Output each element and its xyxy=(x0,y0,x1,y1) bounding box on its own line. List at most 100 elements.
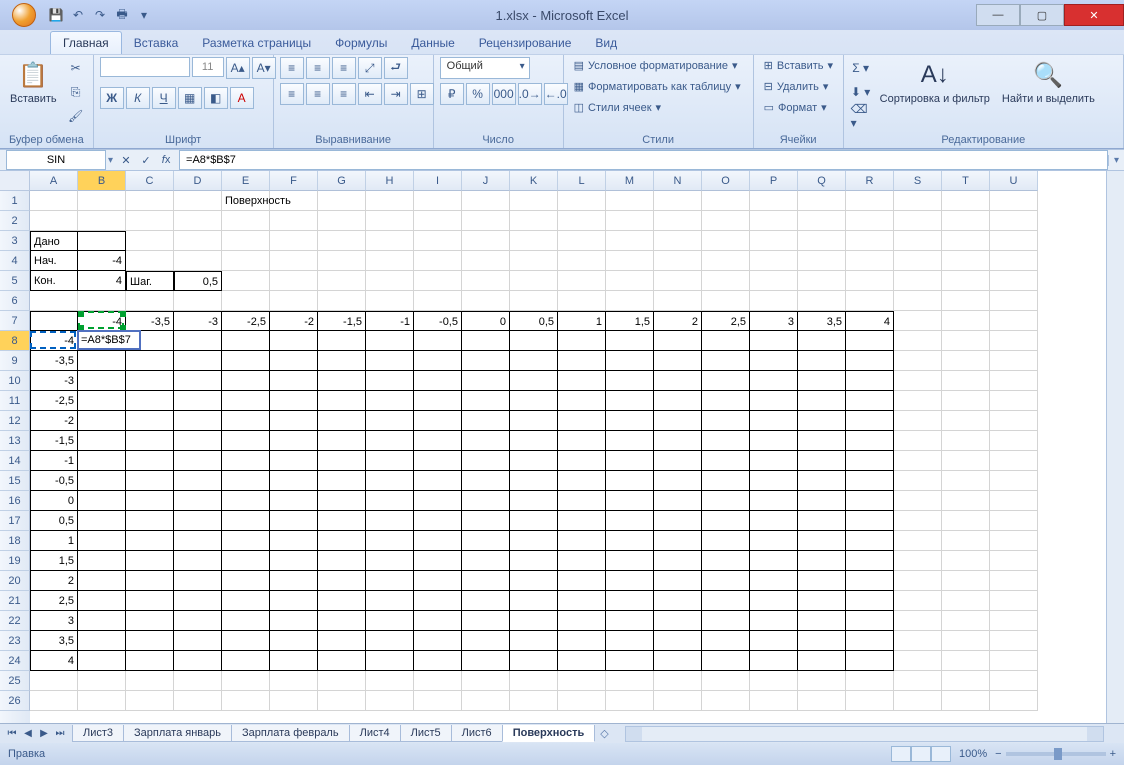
cell[interactable] xyxy=(702,571,750,591)
cell[interactable] xyxy=(318,591,366,611)
cell[interactable] xyxy=(126,631,174,651)
cell[interactable] xyxy=(942,191,990,211)
cell[interactable]: 1,5 xyxy=(30,551,78,571)
cell[interactable] xyxy=(270,251,318,271)
maximize-button[interactable]: ▢ xyxy=(1020,4,1064,26)
cell[interactable] xyxy=(558,691,606,711)
cell[interactable] xyxy=(462,371,510,391)
cell[interactable]: -4 xyxy=(78,251,126,271)
cell[interactable] xyxy=(654,471,702,491)
cell[interactable] xyxy=(414,451,462,471)
enter-edit-button[interactable]: ✓ xyxy=(137,151,155,169)
cell[interactable] xyxy=(126,431,174,451)
cell[interactable] xyxy=(510,291,558,311)
cell[interactable] xyxy=(510,371,558,391)
cell[interactable] xyxy=(750,451,798,471)
cell[interactable] xyxy=(462,591,510,611)
cell[interactable] xyxy=(414,611,462,631)
cell[interactable] xyxy=(366,471,414,491)
cell[interactable] xyxy=(174,251,222,271)
cell[interactable] xyxy=(558,351,606,371)
cell[interactable] xyxy=(270,571,318,591)
tab-first-icon[interactable]: ⏮ xyxy=(4,728,20,739)
cell[interactable] xyxy=(606,531,654,551)
cell[interactable] xyxy=(558,391,606,411)
sheet-tab[interactable]: Лист6 xyxy=(451,725,503,742)
cell[interactable] xyxy=(222,671,270,691)
cell[interactable] xyxy=(126,371,174,391)
cell[interactable] xyxy=(78,491,126,511)
cell[interactable] xyxy=(846,211,894,231)
cell[interactable] xyxy=(654,391,702,411)
cell[interactable] xyxy=(174,591,222,611)
cell[interactable] xyxy=(894,691,942,711)
cell[interactable] xyxy=(126,571,174,591)
cell[interactable] xyxy=(942,571,990,591)
border-button[interactable]: ▦ xyxy=(178,87,202,109)
cell[interactable]: 3 xyxy=(30,611,78,631)
currency-button[interactable]: ₽ xyxy=(440,83,464,105)
cell[interactable] xyxy=(798,231,846,251)
sheet-tab[interactable]: Лист4 xyxy=(349,725,401,742)
cell[interactable] xyxy=(126,391,174,411)
cell[interactable] xyxy=(558,491,606,511)
cell[interactable] xyxy=(654,551,702,571)
cell[interactable] xyxy=(990,611,1038,631)
cell[interactable] xyxy=(78,591,126,611)
cell[interactable] xyxy=(78,351,126,371)
sheet-tab[interactable]: Лист3 xyxy=(72,725,124,742)
cell[interactable] xyxy=(366,651,414,671)
cell[interactable] xyxy=(318,291,366,311)
cell[interactable] xyxy=(942,491,990,511)
cell[interactable] xyxy=(942,531,990,551)
cell[interactable] xyxy=(174,671,222,691)
cell[interactable] xyxy=(78,411,126,431)
cell[interactable] xyxy=(846,251,894,271)
cell[interactable] xyxy=(30,191,78,211)
cell[interactable] xyxy=(606,291,654,311)
cell[interactable] xyxy=(174,491,222,511)
column-header[interactable]: S xyxy=(894,171,942,191)
cell[interactable] xyxy=(174,571,222,591)
clear-button[interactable]: ⌫ ▾ xyxy=(850,105,872,127)
cell[interactable] xyxy=(798,571,846,591)
cell[interactable] xyxy=(318,351,366,371)
cell[interactable] xyxy=(558,451,606,471)
cell[interactable] xyxy=(222,451,270,471)
grow-font-button[interactable]: A▴ xyxy=(226,57,250,79)
cell[interactable] xyxy=(510,351,558,371)
cell[interactable] xyxy=(798,551,846,571)
cell[interactable] xyxy=(462,651,510,671)
row-header[interactable]: 7 xyxy=(0,311,30,331)
shrink-font-button[interactable]: A▾ xyxy=(252,57,276,79)
cell[interactable] xyxy=(558,591,606,611)
paste-button[interactable]: 📋 Вставить xyxy=(6,57,61,107)
cell[interactable] xyxy=(462,251,510,271)
cell[interactable] xyxy=(462,191,510,211)
cell[interactable] xyxy=(798,671,846,691)
cell[interactable] xyxy=(174,391,222,411)
cell[interactable] xyxy=(510,211,558,231)
cell[interactable] xyxy=(654,691,702,711)
cell[interactable] xyxy=(702,431,750,451)
cell[interactable] xyxy=(462,631,510,651)
cell[interactable]: -2 xyxy=(270,311,318,331)
cell[interactable] xyxy=(174,351,222,371)
cell[interactable] xyxy=(318,631,366,651)
cell[interactable]: -3 xyxy=(30,371,78,391)
cell[interactable] xyxy=(846,291,894,311)
cell[interactable] xyxy=(702,691,750,711)
cell[interactable] xyxy=(126,491,174,511)
cell[interactable] xyxy=(750,371,798,391)
cell[interactable] xyxy=(174,191,222,211)
cell[interactable] xyxy=(414,591,462,611)
cell[interactable] xyxy=(606,571,654,591)
cell[interactable] xyxy=(606,431,654,451)
cell[interactable] xyxy=(222,691,270,711)
copy-button[interactable]: ⎘ xyxy=(65,81,87,103)
cell[interactable] xyxy=(78,551,126,571)
cell[interactable] xyxy=(222,371,270,391)
cell[interactable] xyxy=(222,351,270,371)
cell[interactable] xyxy=(606,191,654,211)
cell[interactable] xyxy=(702,651,750,671)
